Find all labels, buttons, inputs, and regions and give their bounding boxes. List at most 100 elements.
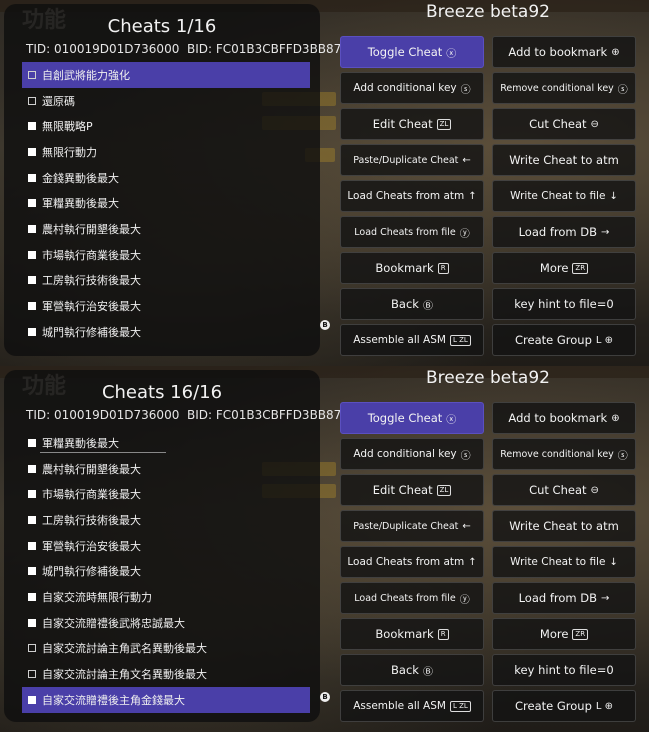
- bid-label: BID: FC01B3CBFFD3BB87: [186, 408, 342, 422]
- button-label: Assemble all ASM: [353, 334, 446, 346]
- remove-conditional-key-button[interactable]: Remove conditional key ⓢ: [492, 438, 636, 470]
- checkbox-checked-icon[interactable]: [28, 199, 36, 208]
- cheat-label: 自創武將能力強化: [42, 68, 130, 82]
- more-button[interactable]: More ZR: [492, 618, 636, 650]
- checkbox-checked-icon[interactable]: [28, 327, 36, 336]
- cheat-row[interactable]: 工房執行技術後最大: [22, 268, 310, 294]
- cheat-row[interactable]: 自創武將能力強化: [22, 62, 310, 88]
- button-label: Toggle Cheat: [367, 45, 443, 59]
- controller-key-icon: ⓧ: [446, 48, 457, 60]
- cheat-label: 自家交流討論主角文名異動後最大: [42, 668, 207, 682]
- cheat-row[interactable]: 自家交流時無限行動力: [22, 584, 310, 610]
- checkbox-checked-icon[interactable]: [28, 122, 36, 131]
- cheat-row[interactable]: 農村執行開墾後最大: [22, 456, 310, 482]
- checkbox-unchecked-icon[interactable]: [28, 70, 36, 79]
- cheat-row[interactable]: 軍糧異動後最大: [22, 430, 310, 456]
- controller-key-icon: ⊖: [590, 118, 599, 130]
- checkbox-checked-icon[interactable]: [28, 276, 36, 285]
- remove-conditional-key-button[interactable]: Remove conditional key ⓢ: [492, 72, 636, 104]
- load-cheats-from-atm-button[interactable]: Load Cheats from atm ↑: [340, 546, 484, 578]
- checkbox-checked-icon[interactable]: [28, 302, 36, 311]
- cheat-row[interactable]: 軍糧異動後最大: [22, 190, 310, 216]
- create-group-button[interactable]: Create Group L ⊕: [492, 690, 636, 722]
- checkbox-checked-icon[interactable]: [28, 250, 36, 259]
- edit-cheat-button[interactable]: Edit Cheat ZL: [340, 474, 484, 506]
- cheat-row[interactable]: 自家交流討論主角文名異動後最大: [22, 661, 310, 687]
- load-cheats-from-atm-button[interactable]: Load Cheats from atm ↑: [340, 180, 484, 212]
- assemble-all-asm-button[interactable]: Assemble all ASM L ZL: [340, 324, 484, 356]
- checkbox-checked-icon[interactable]: [28, 515, 36, 524]
- controller-key-icon: ↑: [468, 190, 477, 202]
- cheat-row[interactable]: 市場執行商業後最大: [22, 481, 310, 507]
- cut-cheat-button[interactable]: Cut Cheat ⊖: [492, 474, 636, 506]
- cheat-label: 自家交流贈禮後主角金錢最大: [42, 693, 185, 707]
- cheat-row[interactable]: 市場執行商業後最大: [22, 242, 310, 268]
- checkbox-unchecked-icon[interactable]: [28, 96, 36, 105]
- write-cheat-to-atm-button[interactable]: Write Cheat to atm: [492, 144, 636, 176]
- button-label: Load from DB: [518, 225, 597, 239]
- cheat-row[interactable]: 軍營執行治安後最大: [22, 533, 310, 559]
- checkbox-checked-icon[interactable]: [28, 147, 36, 156]
- load-from-db-button[interactable]: Load from DB →: [492, 216, 636, 248]
- button-label: Assemble all ASM: [353, 700, 446, 712]
- controller-key-icon: ←: [462, 520, 471, 532]
- edit-cheat-button[interactable]: Edit Cheat ZL: [340, 108, 484, 140]
- load-cheats-from-file-button[interactable]: Load Cheats from file ⓨ: [340, 582, 484, 614]
- checkbox-checked-icon[interactable]: [28, 464, 36, 473]
- write-cheat-to-file-button[interactable]: Write Cheat to file ↓: [492, 546, 636, 578]
- checkbox-checked-icon[interactable]: [28, 173, 36, 182]
- cheat-row[interactable]: 自家交流贈禮後武將忠誠最大: [22, 610, 310, 636]
- cheat-label: 市場執行商業後最大: [42, 248, 141, 262]
- key-hint-to-file-0-button[interactable]: key hint to file=0: [492, 288, 636, 320]
- back-button[interactable]: Back Ⓑ: [340, 288, 484, 320]
- add-to-bookmark-button[interactable]: Add to bookmark ⊕: [492, 36, 636, 68]
- add-to-bookmark-button[interactable]: Add to bookmark ⊕: [492, 402, 636, 434]
- button-label: Load Cheats from file: [354, 592, 456, 604]
- checkbox-unchecked-icon[interactable]: [28, 644, 36, 653]
- cheat-row[interactable]: 工房執行技術後最大: [22, 507, 310, 533]
- checkbox-checked-icon[interactable]: [28, 567, 36, 576]
- back-button[interactable]: Back Ⓑ: [340, 654, 484, 686]
- checkbox-checked-icon[interactable]: [28, 224, 36, 233]
- toggle-cheat-button[interactable]: Toggle Cheat ⓧ: [340, 402, 484, 434]
- bookmark-button[interactable]: Bookmark R: [340, 618, 484, 650]
- write-cheat-to-atm-button[interactable]: Write Cheat to atm: [492, 510, 636, 542]
- cheat-row[interactable]: 無限戰略P: [22, 113, 310, 139]
- add-conditional-key-button[interactable]: Add conditional key ⓢ: [340, 72, 484, 104]
- checkbox-checked-icon[interactable]: [28, 592, 36, 601]
- checkbox-checked-icon[interactable]: [28, 541, 36, 550]
- checkbox-checked-icon[interactable]: [28, 618, 36, 627]
- cheat-row[interactable]: 自家交流討論主角武名異動後最大: [22, 636, 310, 662]
- controller-key-icon: R: [437, 262, 449, 274]
- command-button-grid: Toggle Cheat ⓧ Add to bookmark ⊕ Add conditi…: [340, 36, 636, 356]
- cut-cheat-button[interactable]: Cut Cheat ⊖: [492, 108, 636, 140]
- cheat-label: 金錢異動後最大: [42, 171, 119, 185]
- button-label: Remove conditional key: [500, 448, 614, 460]
- checkbox-checked-icon[interactable]: [28, 490, 36, 499]
- load-from-db-button[interactable]: Load from DB →: [492, 582, 636, 614]
- assemble-all-asm-button[interactable]: Assemble all ASM L ZL: [340, 690, 484, 722]
- toggle-cheat-button[interactable]: Toggle Cheat ⓧ: [340, 36, 484, 68]
- cheat-row[interactable]: 城門執行修補後最大: [22, 319, 310, 345]
- cheat-row[interactable]: 無限行動力: [22, 139, 310, 165]
- key-hint-to-file-0-button[interactable]: key hint to file=0: [492, 654, 636, 686]
- cheat-row[interactable]: 金錢異動後最大: [22, 165, 310, 191]
- create-group-button[interactable]: Create Group L ⊕: [492, 324, 636, 356]
- load-cheats-from-file-button[interactable]: Load Cheats from file ⓨ: [340, 216, 484, 248]
- cheat-row[interactable]: 城門執行修補後最大: [22, 558, 310, 584]
- b-button-hint-icon: B: [320, 320, 330, 330]
- bookmark-button[interactable]: Bookmark R: [340, 252, 484, 284]
- add-conditional-key-button[interactable]: Add conditional key ⓢ: [340, 438, 484, 470]
- cheat-row[interactable]: 還原碼: [22, 88, 310, 114]
- checkbox-checked-icon[interactable]: [28, 695, 36, 704]
- checkbox-checked-icon[interactable]: [28, 438, 36, 447]
- checkbox-unchecked-icon[interactable]: [28, 670, 36, 679]
- cheat-row[interactable]: 軍營執行治安後最大: [22, 293, 310, 319]
- paste-duplicate-cheat-button[interactable]: Paste/Duplicate Cheat ←: [340, 144, 484, 176]
- controller-key-icon: ⓨ: [459, 228, 470, 240]
- cheat-row[interactable]: 自家交流贈禮後主角金錢最大: [22, 686, 310, 713]
- write-cheat-to-file-button[interactable]: Write Cheat to file ↓: [492, 180, 636, 212]
- cheat-row[interactable]: 農村執行開墾後最大: [22, 216, 310, 242]
- more-button[interactable]: More ZR: [492, 252, 636, 284]
- paste-duplicate-cheat-button[interactable]: Paste/Duplicate Cheat ←: [340, 510, 484, 542]
